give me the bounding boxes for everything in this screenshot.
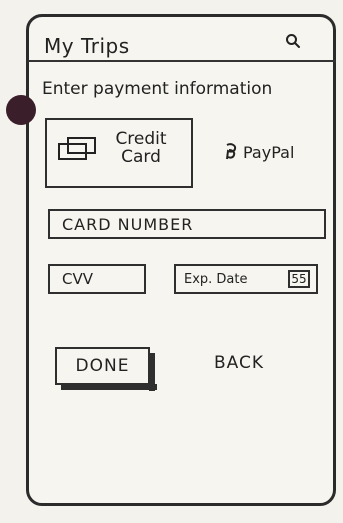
cvv-field[interactable]: CVV	[48, 264, 146, 294]
payment-instruction: Enter payment information	[42, 79, 273, 99]
app-title: My Trips	[44, 34, 130, 58]
credit-card-label: Credit Card	[115, 129, 167, 167]
paypal-option[interactable]: PayPal	[223, 140, 294, 164]
credit-card-icon	[58, 137, 96, 160]
expiry-value: 55	[288, 270, 310, 288]
expiry-date-field[interactable]: Exp. Date 55	[174, 264, 318, 294]
status-dot-icon	[6, 95, 36, 125]
payment-screen-sketch: My Trips Enter payment information Credi…	[0, 0, 343, 523]
back-button[interactable]: BACK	[214, 353, 264, 373]
search-icon[interactable]	[285, 33, 301, 49]
paypal-icon	[226, 143, 237, 160]
done-button[interactable]: DONE	[55, 347, 157, 391]
card-number-field[interactable]: CARD NUMBER	[48, 209, 326, 239]
header-divider	[28, 60, 336, 62]
paypal-label: PayPal	[243, 142, 295, 162]
credit-card-option[interactable]: Credit Card	[45, 118, 193, 188]
expiry-date-label: Exp. Date	[184, 271, 248, 287]
